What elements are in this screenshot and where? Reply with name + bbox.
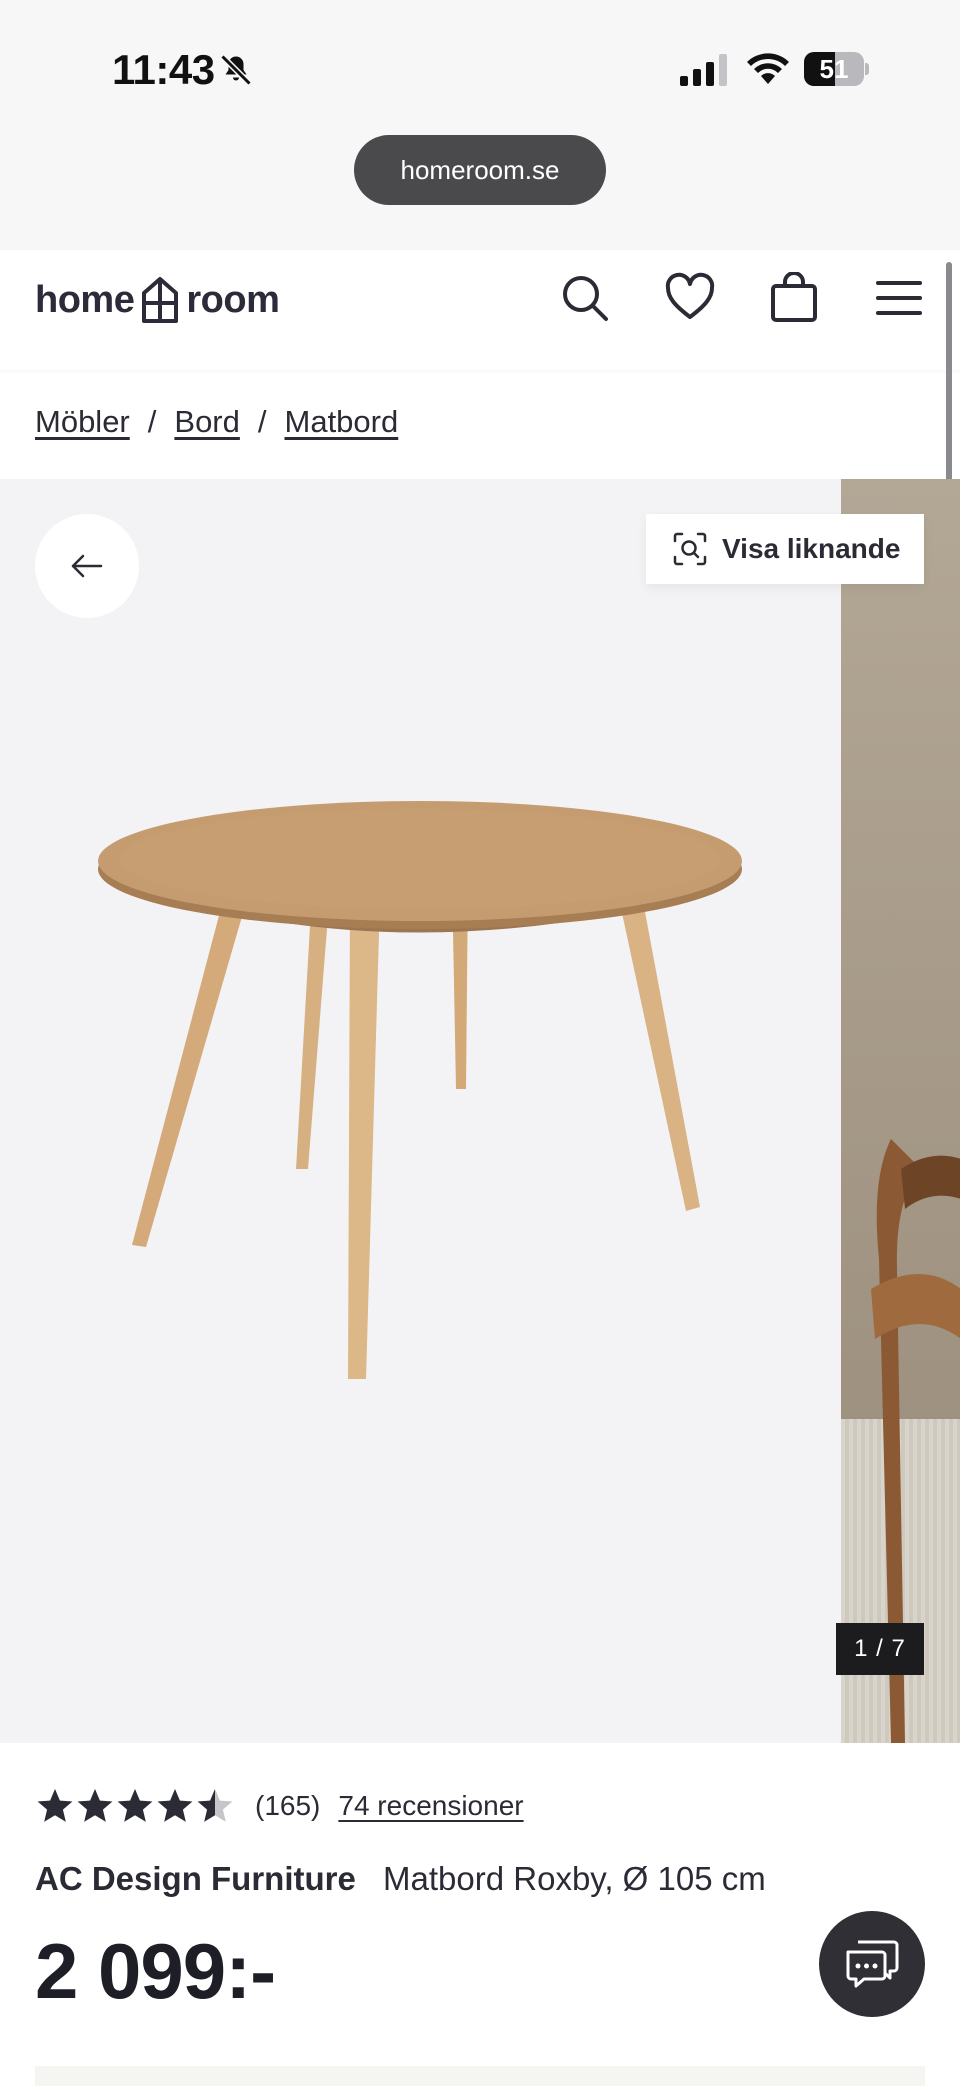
review-count: (165) <box>255 1790 321 1821</box>
breadcrumb-item-bord[interactable]: Bord <box>174 404 239 440</box>
menu-icon <box>876 281 922 315</box>
site-logo[interactable]: home room <box>35 272 280 328</box>
bag-icon <box>771 271 817 322</box>
url-pill[interactable]: homeroom.se <box>354 135 606 205</box>
battery-percent: 51 <box>819 54 849 84</box>
star-full-icon <box>117 1789 153 1822</box>
visual-search-icon <box>673 532 707 566</box>
breadcrumb-separator: / <box>147 404 157 439</box>
search-button[interactable] <box>559 272 611 324</box>
rating-row: (165) 74 recensioner <box>35 1786 524 1826</box>
wifi-icon <box>747 53 789 84</box>
arrow-left-icon <box>71 554 103 578</box>
breadcrumb-item-matbord[interactable]: Matbord <box>285 404 399 440</box>
battery-icon: 51 <box>804 52 869 86</box>
product-price: 2 099:- <box>35 1927 276 2015</box>
rating-stars <box>35 1786 235 1826</box>
cellular-signal-icon <box>680 54 727 86</box>
breadcrumb: Möbler / Bord / Matbord <box>35 404 398 440</box>
breadcrumb-separator: / <box>257 404 267 439</box>
breadcrumb-item-mobler[interactable]: Möbler <box>35 404 130 440</box>
wishlist-button[interactable] <box>664 272 716 324</box>
product-name: Matbord Roxby, Ø 105 cm <box>383 1860 766 1897</box>
product-image-table <box>98 801 742 1379</box>
house-logo-icon <box>142 277 179 323</box>
status-bar: 11:43 51 <box>0 0 960 140</box>
logo-text-room: room <box>186 278 280 321</box>
menu-button[interactable] <box>873 272 925 324</box>
star-full-icon <box>157 1789 193 1822</box>
product-brand[interactable]: AC Design Furniture <box>35 1860 356 1897</box>
show-similar-button[interactable]: Visa liknande <box>646 514 924 584</box>
chat-button[interactable] <box>819 1911 925 2017</box>
product-title: AC Design Furniture Matbord Roxby, Ø 105… <box>35 1860 766 1898</box>
star-full-icon <box>37 1789 73 1822</box>
show-similar-label: Visa liknande <box>722 533 901 564</box>
gallery-counter: 1 / 7 <box>836 1623 924 1675</box>
next-section-edge <box>35 2066 925 2086</box>
status-time: 11:43 <box>112 46 215 93</box>
reviews-link[interactable]: 74 recensioner <box>338 1790 523 1822</box>
next-gallery-image[interactable] <box>841 479 960 1743</box>
product-gallery[interactable]: Visa liknande 1 / 7 <box>0 479 960 1743</box>
logo-text-home: home <box>35 278 135 321</box>
back-button[interactable] <box>35 514 139 618</box>
chat-icon <box>846 1940 899 1988</box>
bell-off-icon <box>220 54 252 86</box>
search-icon <box>563 276 608 321</box>
star-full-icon <box>77 1789 113 1822</box>
star-half-icon <box>197 1789 233 1822</box>
cart-button[interactable] <box>768 271 820 324</box>
heart-icon <box>665 272 715 319</box>
